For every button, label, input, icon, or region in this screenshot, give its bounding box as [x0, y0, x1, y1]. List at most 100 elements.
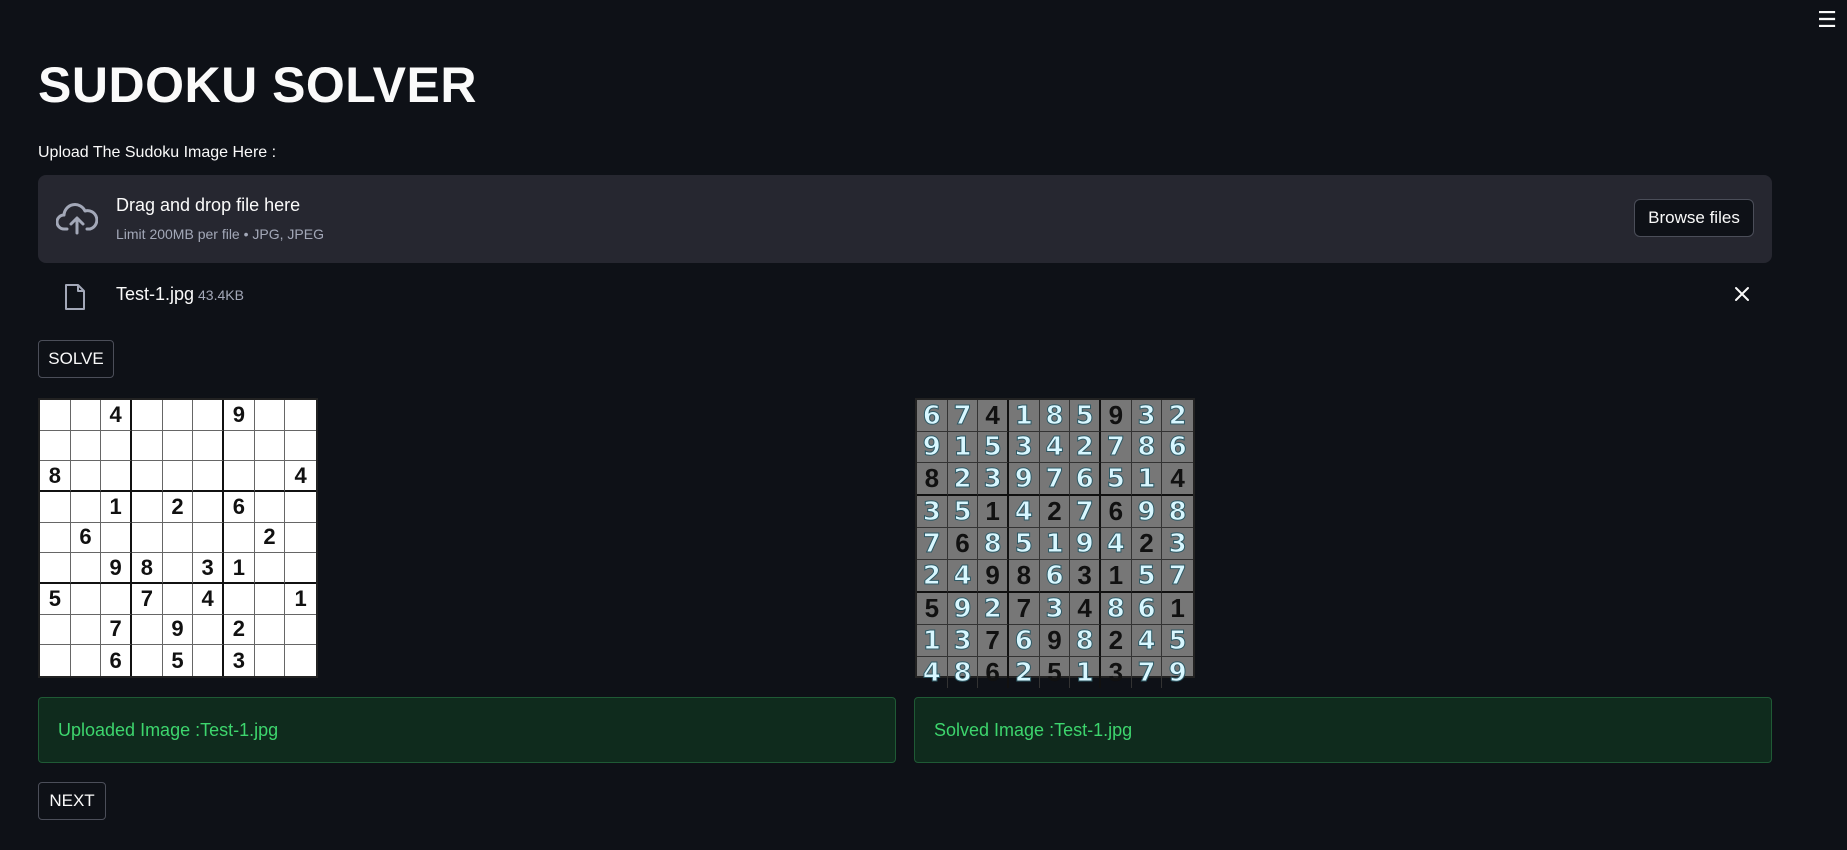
- sudoku-cell: 8: [917, 463, 948, 496]
- sudoku-cell: 7: [101, 614, 132, 646]
- sudoku-cell: 8: [948, 657, 979, 688]
- sudoku-cell: [101, 522, 132, 554]
- sudoku-cell: [285, 615, 316, 646]
- sudoku-cell: 1: [285, 584, 316, 615]
- sudoku-cell: [193, 522, 224, 554]
- uploaded-image-message: Uploaded Image :Test-1.jpg: [58, 719, 279, 740]
- sudoku-cell: 9: [162, 614, 194, 646]
- sudoku-cell: 4: [1070, 593, 1101, 625]
- sudoku-cell: 9: [1100, 400, 1132, 432]
- sudoku-cell: [40, 430, 71, 462]
- sudoku-cell: 2: [1039, 496, 1071, 528]
- sudoku-cell: [285, 645, 316, 676]
- sudoku-cell: [254, 583, 286, 615]
- sudoku-cell: 3: [1162, 528, 1193, 560]
- sudoku-cell: [162, 400, 194, 431]
- sudoku-cell: [71, 645, 102, 676]
- sudoku-cell: 8: [1162, 496, 1193, 528]
- sudoku-cell: 6: [1100, 496, 1132, 528]
- sudoku-cell: 5: [1070, 400, 1101, 432]
- sudoku-cell: 3: [947, 625, 979, 657]
- sudoku-cell: 2: [917, 560, 948, 593]
- sudoku-cell: [255, 645, 286, 676]
- sudoku-cell: 4: [1162, 463, 1193, 496]
- sudoku-cell: [285, 523, 316, 554]
- sudoku-cell: 7: [1162, 560, 1193, 593]
- sudoku-cell: 9: [1070, 528, 1101, 560]
- file-size: 43.4KB: [198, 287, 244, 303]
- sudoku-cell: 2: [223, 614, 255, 646]
- sudoku-cell: [254, 400, 286, 431]
- cloud-upload-icon: [56, 203, 98, 235]
- sudoku-cell: 9: [978, 560, 1009, 593]
- sudoku-cell: [101, 461, 132, 492]
- sudoku-cell: 8: [1131, 432, 1163, 463]
- solved-image-message: Solved Image :Test-1.jpg: [934, 719, 1133, 740]
- sudoku-cell: [193, 614, 224, 646]
- sudoku-cell: 6: [1162, 432, 1193, 463]
- sudoku-cell: 4: [978, 400, 1009, 432]
- sudoku-cell: [70, 400, 102, 431]
- upload-label: Upload The Sudoku Image Here :: [38, 144, 277, 161]
- sudoku-cell: [40, 400, 71, 431]
- sudoku-cell: [70, 461, 102, 492]
- sudoku-cell: [132, 645, 163, 676]
- sudoku-cell: [193, 461, 224, 492]
- sudoku-cell: [285, 431, 316, 462]
- sudoku-cell: 3: [1070, 560, 1101, 593]
- solved-sudoku-image: 6741859329153427868239765143514276987685…: [915, 398, 1195, 688]
- sudoku-cell: 5: [40, 583, 71, 615]
- sudoku-cell: 7: [1132, 657, 1163, 688]
- sudoku-cell: [223, 583, 255, 615]
- sudoku-cell: 9: [917, 432, 948, 463]
- sudoku-cell: 2: [1100, 625, 1132, 657]
- file-dropzone[interactable]: Drag and drop file here Limit 200MB per …: [38, 175, 1772, 263]
- close-icon[interactable]: [1732, 284, 1752, 304]
- solve-button[interactable]: SOLVE: [38, 340, 114, 378]
- sudoku-cell: [162, 583, 194, 615]
- sudoku-cell: 4: [1039, 432, 1071, 463]
- sudoku-cell: [223, 522, 255, 554]
- sudoku-cell: 1: [1131, 463, 1163, 496]
- sudoku-cell: 2: [1070, 432, 1101, 463]
- sudoku-cell: 3: [917, 496, 948, 528]
- sudoku-cell: 6: [1131, 593, 1163, 625]
- page-title: SUDOKU SOLVER: [38, 57, 477, 113]
- sudoku-cell: 1: [1039, 528, 1071, 560]
- sudoku-cell: 3: [978, 463, 1009, 496]
- sudoku-cell: 9: [947, 593, 979, 625]
- sudoku-cell: [70, 491, 102, 523]
- sudoku-cell: [131, 461, 163, 492]
- sudoku-cell: 1: [917, 625, 948, 657]
- sudoku-cell: [40, 614, 71, 646]
- sudoku-cell: 9: [1039, 625, 1071, 657]
- sudoku-cell: [70, 430, 102, 462]
- sudoku-cell: [40, 522, 71, 554]
- sudoku-cell: 4: [1131, 625, 1163, 657]
- next-button[interactable]: NEXT: [38, 782, 106, 820]
- sudoku-cell: [101, 430, 132, 462]
- sudoku-cell: 8: [1008, 560, 1040, 593]
- hamburger-menu-icon[interactable]: ☰: [1816, 10, 1838, 32]
- sudoku-cell: [131, 400, 163, 431]
- sudoku-cell: 7: [1039, 463, 1071, 496]
- sudoku-cell: 7: [947, 400, 979, 432]
- browse-files-button[interactable]: Browse files: [1634, 199, 1754, 237]
- uploaded-sudoku-image: 49841266298315741792653: [38, 398, 318, 678]
- sudoku-cell: 1: [978, 496, 1009, 528]
- file-icon: [65, 284, 85, 310]
- sudoku-cell: 6: [1039, 560, 1071, 593]
- sudoku-cell: 3: [193, 553, 224, 584]
- sudoku-cell: [223, 430, 255, 462]
- sudoku-cell: 6: [70, 522, 102, 554]
- sudoku-cell: [254, 553, 286, 584]
- sudoku-cell: 4: [917, 657, 948, 688]
- sudoku-cell: [193, 491, 224, 523]
- sudoku-cell: [285, 492, 316, 523]
- sudoku-cell: 8: [40, 461, 71, 492]
- sudoku-cell: 1: [1162, 593, 1193, 625]
- sudoku-cell: [40, 553, 71, 584]
- sudoku-cell: [162, 522, 194, 554]
- sudoku-cell: 5: [917, 593, 948, 625]
- sudoku-cell: 8: [131, 553, 163, 584]
